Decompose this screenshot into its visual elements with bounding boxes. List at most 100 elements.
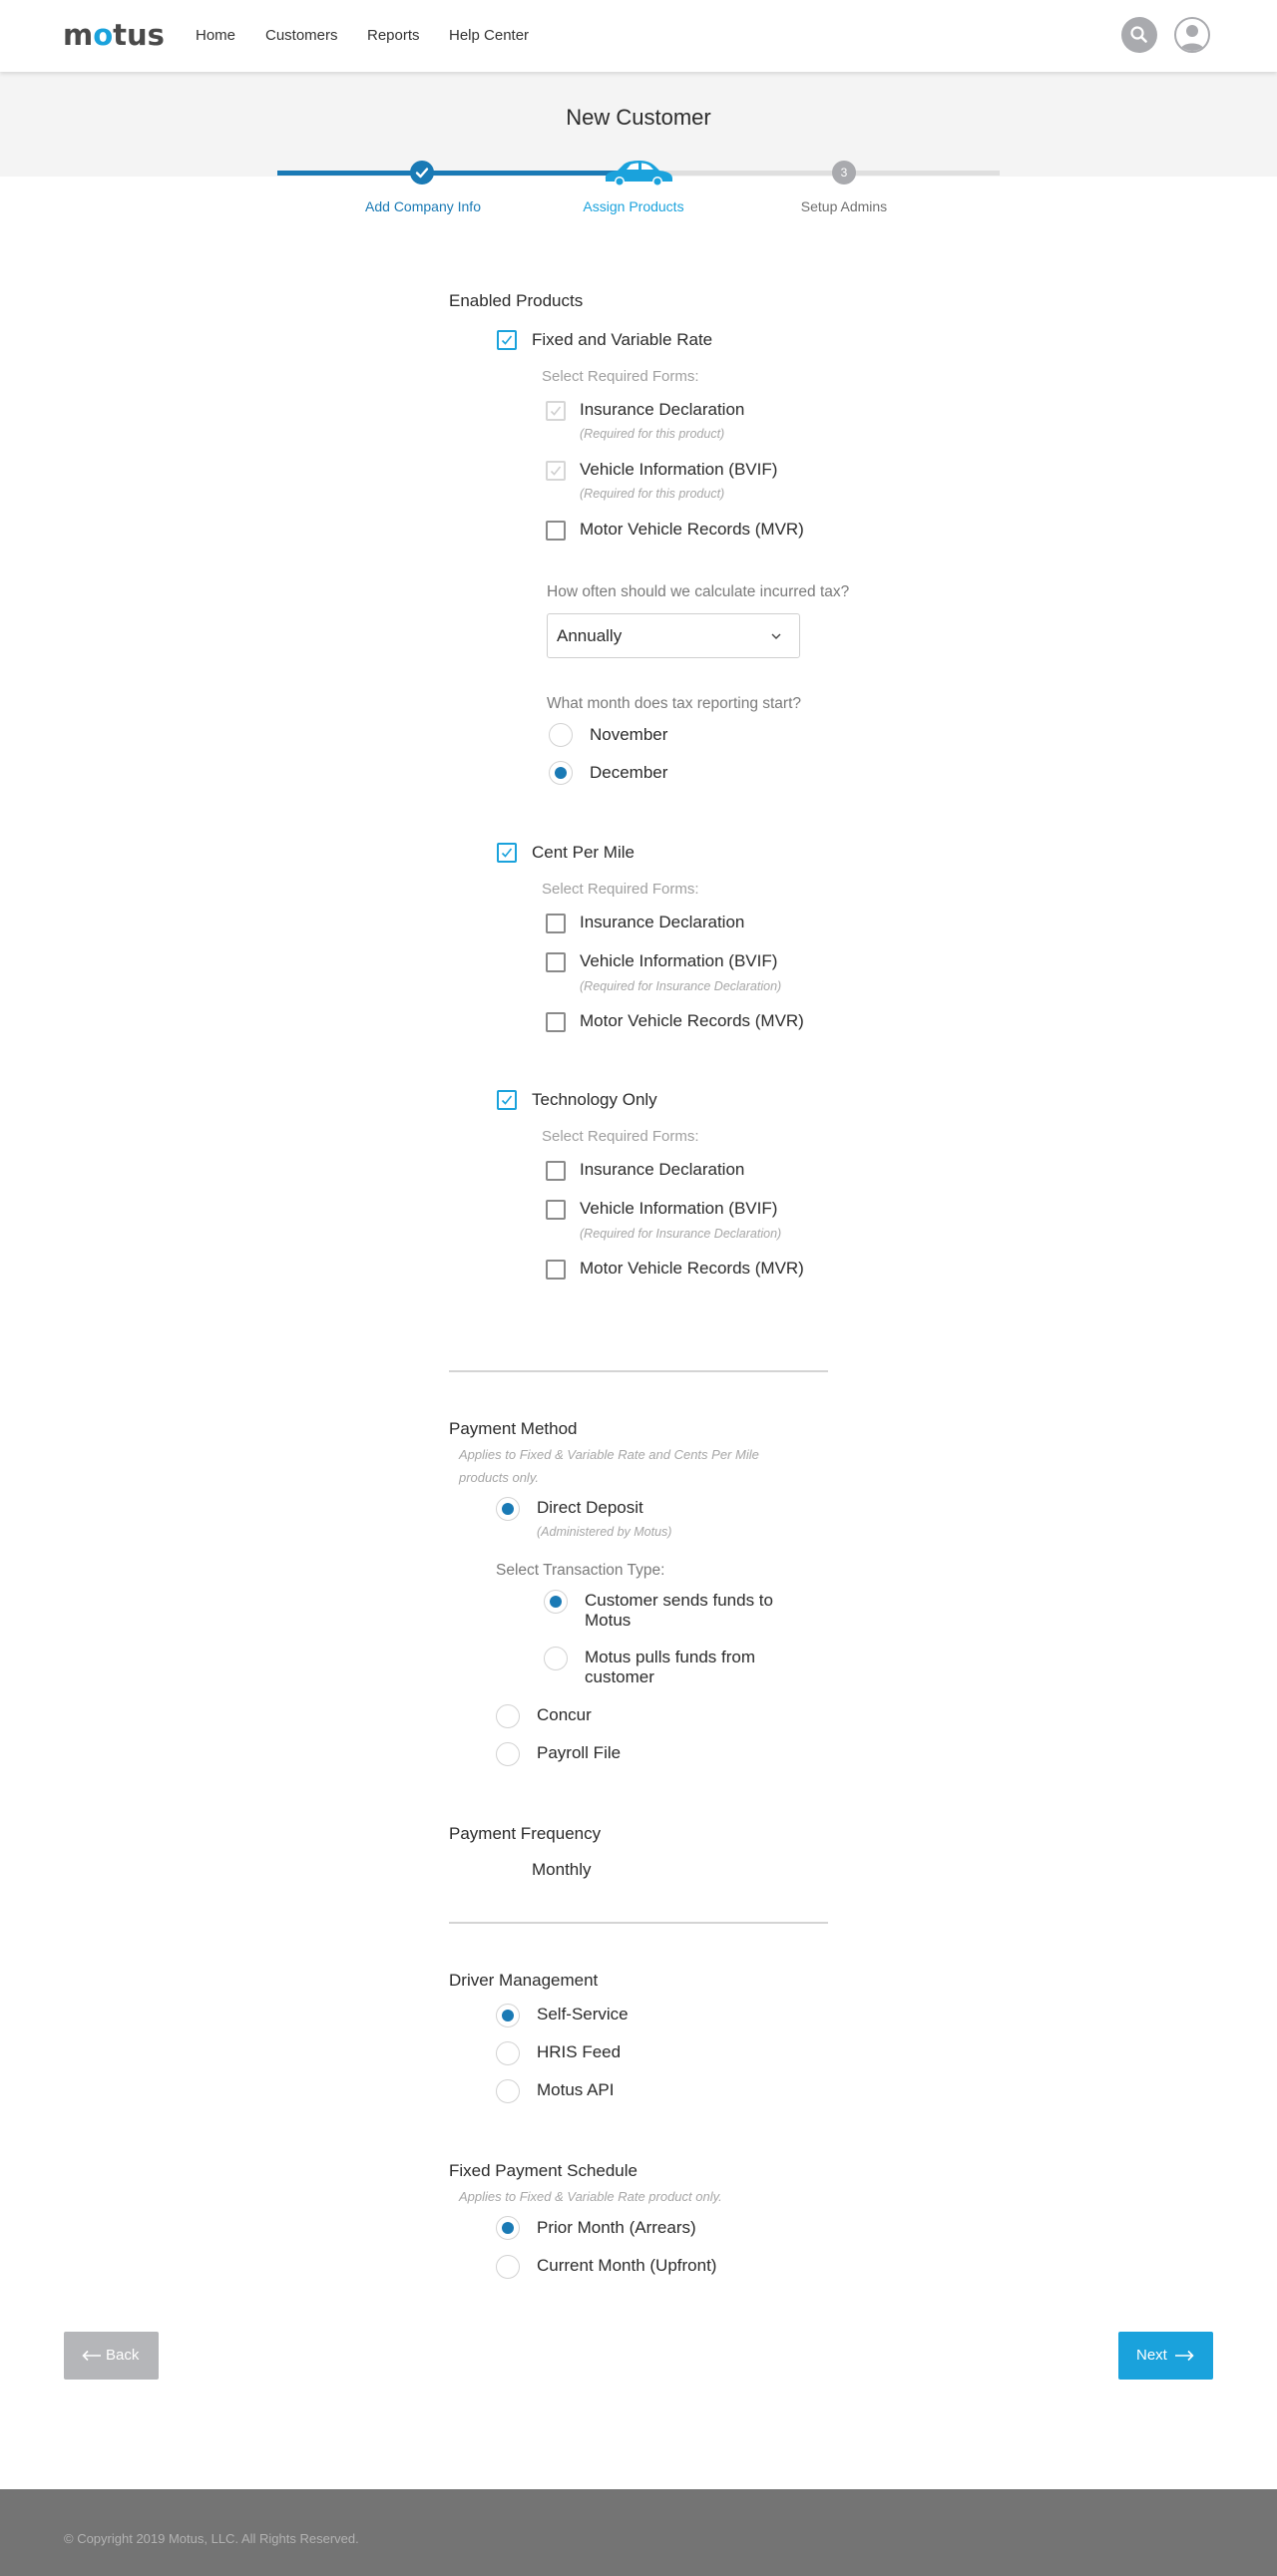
tech-insurance-declaration-label: Insurance Declaration: [580, 1160, 745, 1179]
technology-only-checkbox[interactable]: [497, 1090, 517, 1110]
tech-vehicle-information-label: Vehicle Information (BVIF): [580, 1199, 778, 1218]
step-complete-marker: [410, 161, 434, 184]
step-label-assign-products: Assign Products: [583, 198, 684, 214]
customer-sends-funds-label-line1: Customer sends funds to: [585, 1591, 773, 1610]
fvr-vehicle-information-label: Vehicle Information (BVIF): [580, 460, 778, 479]
tax-frequency-question: How often should we calculate incurred t…: [547, 583, 850, 600]
stepper-progress-pending: [638, 171, 1000, 176]
cpm-mvr-checkbox[interactable]: [546, 1012, 566, 1032]
december-radio[interactable]: [549, 761, 573, 785]
customer-sends-funds-radio[interactable]: [544, 1590, 568, 1614]
concur-label: Concur: [537, 1705, 592, 1724]
current-month-label: Current Month (Upfront): [537, 2256, 717, 2275]
motus-pulls-funds-label-line1: Motus pulls funds from: [585, 1648, 756, 1666]
nav-reports-link[interactable]: Reports: [367, 26, 420, 46]
select-required-forms-label: Select Required Forms:: [542, 881, 699, 898]
user-avatar-button[interactable]: [1174, 17, 1210, 53]
transaction-type-label: Select Transaction Type:: [496, 1562, 665, 1579]
cent-per-mile-label: Cent Per Mile: [532, 843, 635, 862]
search-icon: [1130, 26, 1147, 43]
back-button[interactable]: Back: [64, 2332, 159, 2380]
checkmark-icon: [501, 1095, 513, 1105]
direct-deposit-label: Direct Deposit: [537, 1498, 643, 1517]
cpm-insurance-declaration-checkbox[interactable]: [546, 914, 566, 933]
driver-management-heading: Driver Management: [449, 1971, 599, 1990]
concur-radio[interactable]: [496, 1704, 520, 1728]
payment-frequency-value: Monthly: [532, 1860, 592, 1879]
copyright-text: © Copyright 2019 Motus, LLC. All Rights …: [64, 2531, 359, 2546]
tech-vehicle-required-note: (Required for Insurance Declaration): [580, 1227, 782, 1241]
payment-method-note-line1: Applies to Fixed & Variable Rate and Cen…: [459, 1447, 759, 1462]
payment-frequency-heading: Payment Frequency: [449, 1824, 602, 1843]
nav-help-center-link[interactable]: Help Center: [449, 26, 529, 46]
checkmark-icon: [415, 168, 429, 179]
cent-per-mile-checkbox[interactable]: [497, 843, 517, 863]
direct-deposit-radio[interactable]: [496, 1497, 520, 1521]
payment-method-note-line2: products only.: [459, 1470, 539, 1485]
cpm-vehicle-information-label: Vehicle Information (BVIF): [580, 951, 778, 970]
fvr-insurance-declaration-checkbox: [546, 401, 566, 421]
fixed-variable-rate-label: Fixed and Variable Rate: [532, 330, 713, 349]
fixed-payment-schedule-heading: Fixed Payment Schedule: [449, 2161, 638, 2180]
self-service-radio[interactable]: [496, 2004, 520, 2027]
arrow-right-icon: [1175, 2350, 1194, 2362]
current-month-radio[interactable]: [496, 2255, 520, 2279]
step-label-setup-admins: Setup Admins: [800, 198, 888, 214]
fixed-payment-schedule-note: Applies to Fixed & Variable Rate product…: [459, 2189, 722, 2204]
motus-pulls-funds-label-line2: customer: [585, 1667, 654, 1686]
motus-pulls-funds-radio[interactable]: [544, 1647, 568, 1670]
arrow-left-icon: [82, 2350, 101, 2362]
hris-feed-radio[interactable]: [496, 2041, 520, 2065]
user-icon: [1180, 25, 1204, 51]
fvr-mvr-label: Motor Vehicle Records (MVR): [580, 520, 804, 539]
checkmark-icon: [501, 335, 513, 345]
search-button[interactable]: [1121, 17, 1157, 53]
payroll-file-radio[interactable]: [496, 1742, 520, 1766]
section-divider: [449, 1370, 828, 1372]
prior-month-label: Prior Month (Arrears): [537, 2218, 696, 2237]
cpm-mvr-label: Motor Vehicle Records (MVR): [580, 1011, 804, 1030]
checkmark-icon: [550, 466, 562, 476]
back-button-label: Back: [106, 2347, 140, 2364]
step-label-add-company-info[interactable]: Add Company Info: [323, 197, 523, 215]
footer: © Copyright 2019 Motus, LLC. All Rights …: [0, 2489, 1277, 2576]
prior-month-radio[interactable]: [496, 2216, 520, 2240]
nav-customers-link[interactable]: Customers: [265, 26, 338, 46]
motus-api-radio[interactable]: [496, 2079, 520, 2103]
select-required-forms-label: Select Required Forms:: [542, 368, 699, 385]
cpm-vehicle-information-checkbox[interactable]: [546, 952, 566, 972]
fixed-variable-rate-checkbox[interactable]: [497, 330, 517, 350]
december-label: December: [590, 763, 668, 782]
top-navigation: motus Home Customers Reports Help Center: [0, 0, 1277, 72]
self-service-label: Self-Service: [537, 2005, 629, 2024]
chevron-down-icon: [771, 633, 781, 639]
next-button-label: Next: [1136, 2347, 1167, 2364]
cpm-vehicle-required-note: (Required for Insurance Declaration): [580, 979, 782, 993]
tax-frequency-select[interactable]: Annually: [547, 613, 800, 658]
tech-mvr-label: Motor Vehicle Records (MVR): [580, 1259, 804, 1278]
tax-frequency-value: Annually: [557, 626, 623, 645]
technology-only-label: Technology Only: [532, 1090, 657, 1109]
direct-deposit-note: (Administered by Motus): [537, 1525, 672, 1539]
tech-insurance-declaration-checkbox[interactable]: [546, 1161, 566, 1181]
fvr-mvr-checkbox[interactable]: [546, 521, 566, 541]
tax-start-month-question: What month does tax reporting start?: [547, 695, 802, 712]
motus-api-label: Motus API: [537, 2080, 615, 2099]
fvr-vehicle-information-checkbox: [546, 461, 566, 481]
payroll-file-label: Payroll File: [537, 1743, 622, 1762]
motus-logo[interactable]: motus: [63, 18, 165, 52]
checkmark-icon: [501, 848, 513, 858]
nav-home-link[interactable]: Home: [196, 26, 235, 46]
enabled-products-heading: Enabled Products: [449, 291, 584, 310]
car-icon: [605, 161, 672, 186]
tech-mvr-checkbox[interactable]: [546, 1260, 566, 1280]
select-required-forms-label: Select Required Forms:: [542, 1128, 699, 1145]
fvr-insurance-declaration-label: Insurance Declaration: [580, 400, 745, 419]
checkmark-icon: [550, 406, 562, 416]
cpm-insurance-declaration-label: Insurance Declaration: [580, 913, 745, 931]
november-radio[interactable]: [549, 723, 573, 747]
next-button[interactable]: Next: [1118, 2332, 1213, 2380]
section-divider: [449, 1922, 828, 1924]
hris-feed-label: HRIS Feed: [537, 2042, 622, 2061]
tech-vehicle-information-checkbox[interactable]: [546, 1200, 566, 1220]
